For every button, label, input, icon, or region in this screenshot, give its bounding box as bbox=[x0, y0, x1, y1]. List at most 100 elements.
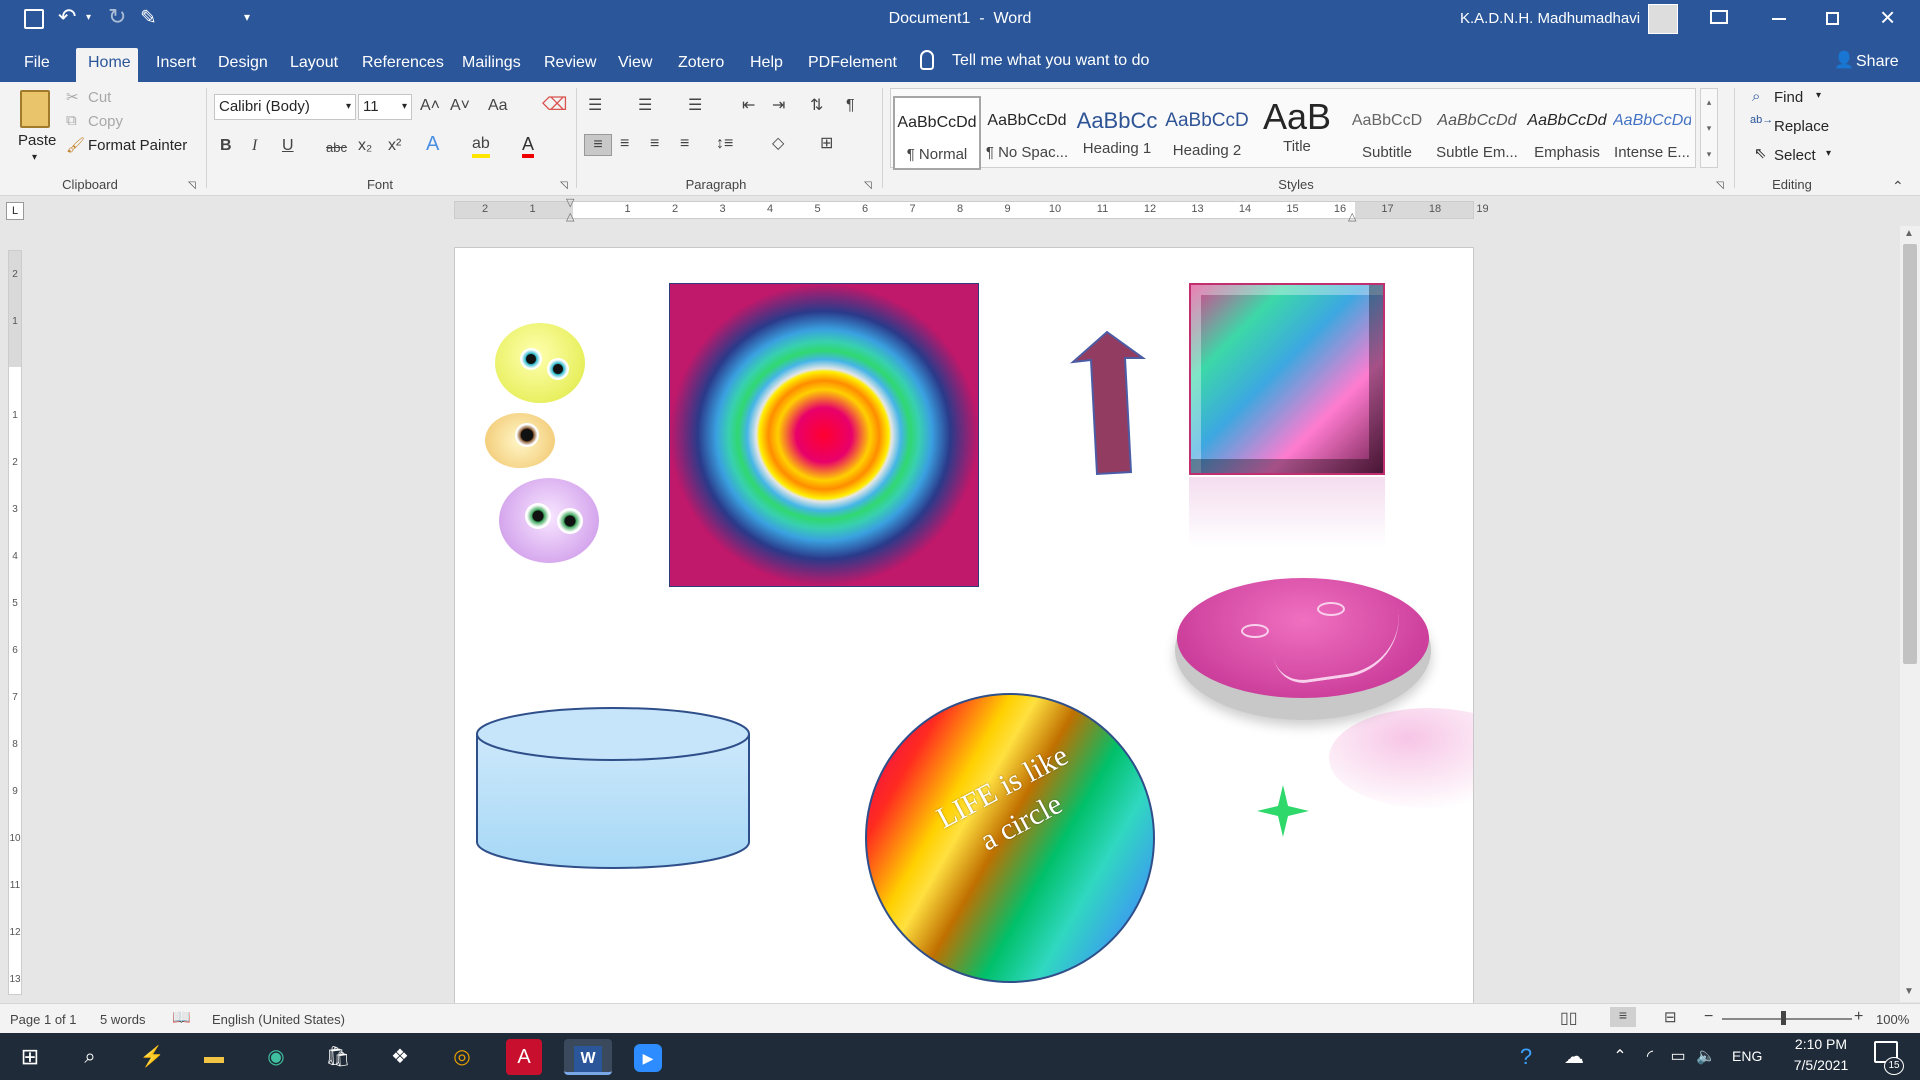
underline-button[interactable]: U bbox=[282, 136, 294, 156]
align-center-icon[interactable]: ≡ bbox=[620, 134, 629, 154]
paste-dropdown-icon[interactable]: ▾ bbox=[32, 152, 37, 163]
windows-start-icon[interactable]: ⊞ bbox=[12, 1039, 48, 1075]
tab-view[interactable]: View bbox=[606, 48, 664, 82]
italic-button[interactable]: I bbox=[252, 136, 257, 156]
zoom-level[interactable]: 100% bbox=[1876, 1012, 1909, 1027]
minimize-icon[interactable] bbox=[1772, 18, 1786, 20]
indent-marker-icon[interactable]: ▽ bbox=[566, 196, 574, 209]
undo-dropdown-icon[interactable]: ▾ bbox=[86, 12, 91, 23]
word-count[interactable]: 5 words bbox=[100, 1012, 146, 1027]
multilevel-list-icon[interactable]: ☰ bbox=[688, 96, 702, 116]
justify-icon[interactable]: ≡ bbox=[680, 134, 689, 154]
close-icon[interactable]: × bbox=[1880, 2, 1895, 33]
styles-scroll[interactable]: ▴ ▾ ▾ bbox=[1700, 88, 1718, 168]
style-normal[interactable]: AaBbCcDd ¶ Normal bbox=[893, 96, 981, 170]
bold-button[interactable]: B bbox=[220, 136, 232, 156]
clock-time[interactable]: 2:10 PM bbox=[1786, 1036, 1856, 1052]
clock-date[interactable]: 7/5/2021 bbox=[1786, 1057, 1856, 1073]
scroll-up-icon[interactable]: ▲ bbox=[1904, 228, 1914, 239]
replace-button[interactable]: Replace bbox=[1774, 118, 1829, 135]
restore-icon[interactable] bbox=[1826, 12, 1839, 25]
horizontal-ruler[interactable]: 2 1 1 2 3 4 5 6 7 8 9 10 11 12 13 14 15 16 17 18 19 bbox=[454, 201, 1489, 219]
share-icon[interactable]: 👤 bbox=[1834, 50, 1854, 70]
sort-icon[interactable]: ⇅ bbox=[810, 96, 823, 116]
text-effects-button[interactable]: A bbox=[426, 134, 439, 154]
tab-selector-icon[interactable]: L bbox=[6, 202, 24, 220]
file-explorer-icon[interactable]: ▬ bbox=[196, 1039, 232, 1075]
paragraph-launcher-icon[interactable]: ◹ bbox=[864, 176, 872, 196]
zoom-slider[interactable] bbox=[1722, 1018, 1852, 1020]
chrome-icon[interactable]: ◎ bbox=[444, 1039, 480, 1075]
superscript-button[interactable]: x² bbox=[388, 136, 401, 156]
show-marks-icon[interactable]: ¶ bbox=[846, 96, 855, 116]
vertical-scrollbar[interactable]: ▲ ▼ bbox=[1900, 226, 1920, 1002]
borders-icon[interactable]: ⊞ bbox=[820, 134, 833, 154]
style-no-spacing[interactable]: AaBbCcDd ¶ No Spac... bbox=[983, 96, 1071, 170]
indent-marker-bottom-icon[interactable]: △ bbox=[566, 210, 574, 223]
rainbow-circle[interactable]: LIFE is like a circle bbox=[865, 693, 1155, 983]
paste-button[interactable]: Paste bbox=[18, 132, 56, 149]
zoom-out-icon[interactable]: − bbox=[1704, 1008, 1713, 1026]
bevel-square[interactable] bbox=[1189, 283, 1385, 475]
onedrive-icon[interactable]: ☁ bbox=[1556, 1039, 1592, 1075]
bullets-icon[interactable]: ☰ bbox=[588, 96, 602, 116]
align-right-icon[interactable]: ≡ bbox=[650, 134, 659, 154]
tab-mailings[interactable]: Mailings bbox=[450, 48, 533, 82]
zoom-in-icon[interactable]: + bbox=[1854, 1008, 1863, 1026]
font-color-button[interactable]: A bbox=[522, 134, 535, 158]
vertical-ruler[interactable]: 2 1 1 2 3 4 5 6 7 8 9 10 11 12 13 bbox=[8, 250, 22, 995]
star-shape[interactable] bbox=[1255, 783, 1311, 839]
align-left-icon[interactable]: ≡ bbox=[584, 134, 612, 156]
user-name[interactable]: K.A.D.N.H. Madhumadhavi bbox=[1460, 10, 1640, 27]
clear-formatting-icon[interactable]: ⌫ bbox=[542, 94, 567, 114]
style-heading-2[interactable]: AaBbCcD Heading 2 bbox=[1163, 96, 1251, 170]
cut-button[interactable]: Cut bbox=[88, 89, 111, 106]
numbering-icon[interactable]: ☰ bbox=[638, 96, 652, 116]
cortana-icon[interactable]: ⚡ bbox=[134, 1039, 170, 1075]
highlight-button[interactable]: ab bbox=[472, 134, 490, 158]
styles-launcher-icon[interactable]: ◹ bbox=[1716, 176, 1724, 196]
share-button[interactable]: Share bbox=[1856, 53, 1899, 71]
grow-font-icon[interactable]: A˄ bbox=[420, 96, 440, 116]
language-status[interactable]: English (United States) bbox=[212, 1012, 345, 1027]
gradient-square[interactable] bbox=[669, 283, 979, 587]
zoom-slider-thumb[interactable] bbox=[1781, 1011, 1786, 1025]
strikethrough-button[interactable]: abc bbox=[326, 138, 347, 158]
copy-button[interactable]: Copy bbox=[88, 113, 123, 130]
tab-references[interactable]: References bbox=[350, 48, 456, 82]
read-mode-icon[interactable]: ▯▯ bbox=[1560, 1008, 1578, 1028]
customize-qat-icon[interactable]: ▾ bbox=[244, 10, 250, 24]
select-dropdown-icon[interactable]: ▾ bbox=[1826, 148, 1831, 159]
font-launcher-icon[interactable]: ◹ bbox=[560, 176, 568, 196]
web-layout-icon[interactable]: ⊟ bbox=[1664, 1008, 1677, 1026]
find-dropdown-icon[interactable]: ▾ bbox=[1816, 90, 1821, 101]
tell-me-search[interactable]: Tell me what you want to do bbox=[952, 52, 1149, 70]
style-emphasis[interactable]: AaBbCcDd Emphasis bbox=[1523, 96, 1611, 170]
style-heading-1[interactable]: AaBbCc Heading 1 bbox=[1073, 96, 1161, 170]
tab-home[interactable]: Home bbox=[76, 48, 138, 82]
style-subtle-emphasis[interactable]: AaBbCcDd Subtle Em... bbox=[1433, 96, 1521, 170]
volume-icon[interactable]: 🔈 bbox=[1688, 1039, 1724, 1075]
shading-icon[interactable]: ◇ bbox=[772, 134, 784, 154]
up-arrow-shape[interactable] bbox=[1067, 328, 1147, 478]
tab-design[interactable]: Design bbox=[206, 48, 280, 82]
input-language[interactable]: ENG bbox=[1732, 1048, 1762, 1064]
paste-icon[interactable] bbox=[20, 90, 50, 128]
store-icon[interactable]: 🛍 bbox=[320, 1039, 356, 1075]
tab-insert[interactable]: Insert bbox=[144, 48, 208, 82]
touch-mode-icon[interactable]: ✎ bbox=[140, 5, 157, 30]
help-icon[interactable]: ? bbox=[1508, 1039, 1544, 1075]
undo-icon[interactable]: ↶ bbox=[58, 4, 76, 30]
collapse-ribbon-icon[interactable]: ⌃ bbox=[1892, 176, 1904, 196]
redo-icon[interactable]: ↻ bbox=[108, 4, 126, 30]
avatar[interactable] bbox=[1648, 4, 1678, 34]
word-icon[interactable]: W bbox=[564, 1039, 612, 1075]
right-indent-marker-icon[interactable]: △ bbox=[1348, 210, 1356, 223]
decrease-indent-icon[interactable]: ⇤ bbox=[742, 96, 755, 116]
acrobat-icon[interactable]: A bbox=[506, 1039, 542, 1075]
proofing-icon[interactable]: 📖 bbox=[172, 1008, 191, 1026]
tab-file[interactable]: File bbox=[12, 48, 62, 82]
find-button[interactable]: Find bbox=[1774, 89, 1803, 106]
line-spacing-icon[interactable]: ↕≡ bbox=[716, 134, 733, 154]
save-icon[interactable] bbox=[24, 9, 44, 29]
